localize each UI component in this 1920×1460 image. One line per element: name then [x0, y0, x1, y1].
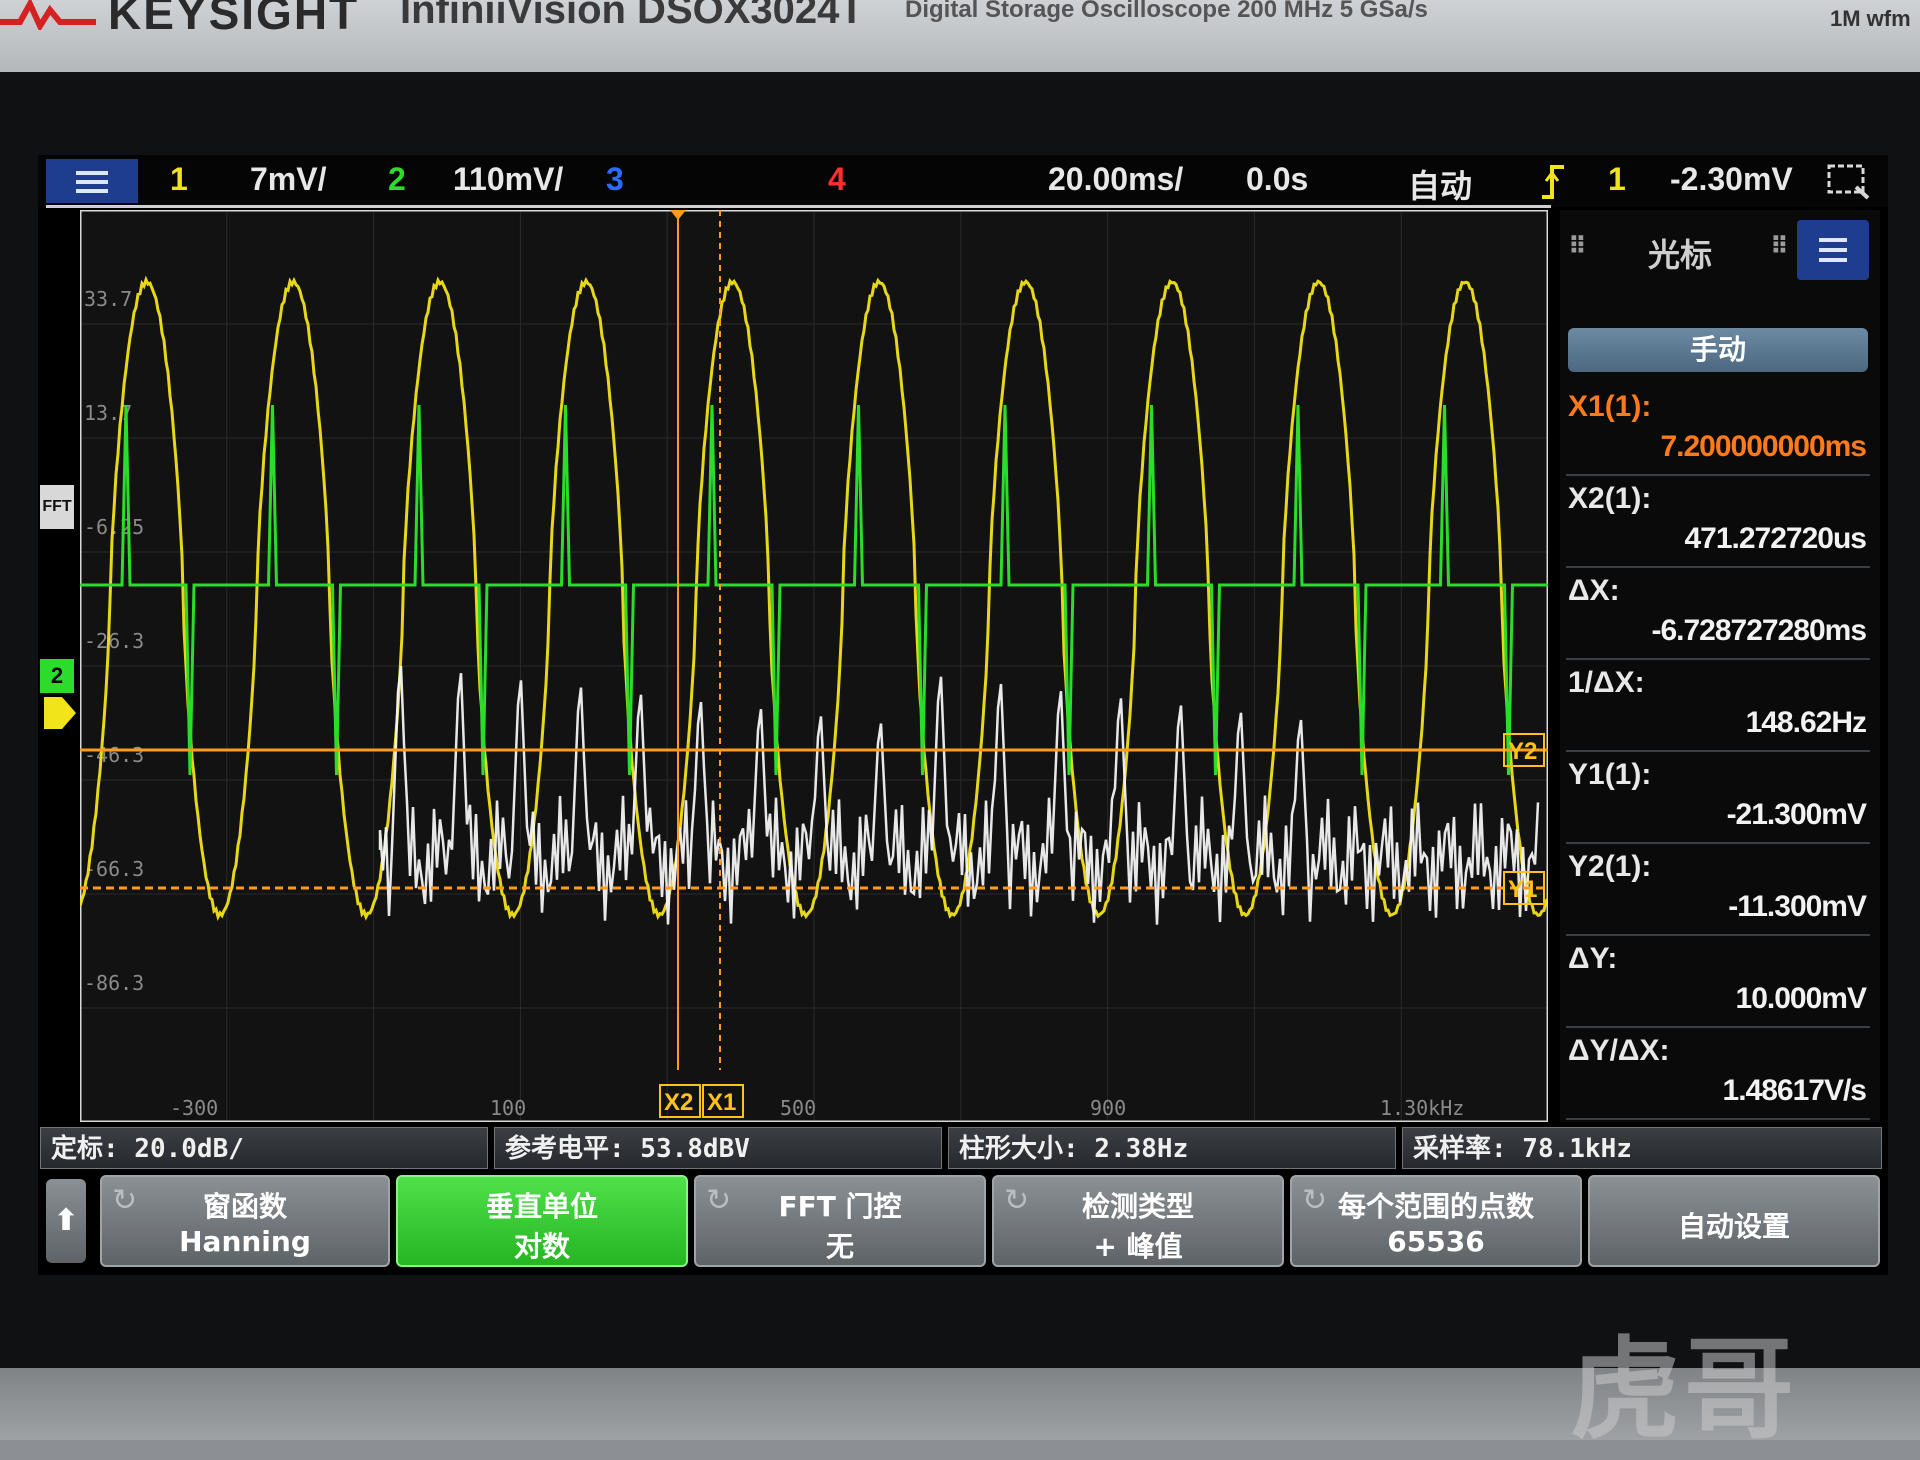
cursor-readout-value: 7.200000000ms: [1660, 430, 1867, 463]
ch3-label[interactable]: 3: [606, 161, 624, 198]
trigger-level[interactable]: -2.30mV: [1670, 161, 1793, 198]
cursor-readout-label: 1/ΔX:: [1568, 666, 1645, 699]
drag-grip-icon[interactable]: ⠿: [1568, 232, 1587, 260]
cursor-readout-value: -6.728727280ms: [1651, 614, 1867, 647]
cursor-panel: ⠿ 光标 ⠿ 手动 X1(1): 7.200000000ms X2(1): 471.2…: [1560, 210, 1880, 1122]
softkey-value: 对数: [513, 1230, 570, 1263]
cursor-readout-divider: [1566, 566, 1870, 568]
fft-y-tick-label: -46.3: [84, 743, 144, 767]
cursor-readout-divider: [1566, 842, 1870, 844]
main-menu-button[interactable]: [46, 159, 138, 203]
softkey-value: Hanning: [179, 1225, 311, 1258]
softkey-auto-setup[interactable]: 自动设置: [1588, 1175, 1880, 1267]
back-button[interactable]: ⬆: [46, 1179, 86, 1263]
softkey-fft-gating[interactable]: ↻ FFT 门控 无: [694, 1175, 986, 1267]
fft-scale-readout: 定标: 20.0dB/: [40, 1127, 488, 1169]
softkey-points-per-span[interactable]: ↻ 每个范围的点数 65536: [1290, 1175, 1582, 1267]
cursor-readout-divider: [1566, 474, 1870, 476]
model-spec: Digital Storage Oscilloscope 200 MHz 5 G…: [905, 0, 1428, 23]
cursor-readout-divider: [1566, 658, 1870, 660]
cursor-x1-top-marker: [670, 210, 686, 220]
trigger-mode[interactable]: 自动: [1408, 161, 1472, 207]
brand-name: KEYSIGHT: [108, 0, 360, 39]
status-bar: 1 7mV/ 2 110mV/ 3 4 20.00ms/ 0.0s 自动 1 -…: [38, 155, 1888, 208]
scope-screen: 1 7mV/ 2 110mV/ 3 4 20.00ms/ 0.0s 自动 1 -…: [38, 155, 1888, 1275]
fft-y-tick-label: -86.3: [84, 971, 144, 995]
cursor-panel-title: 光标: [1648, 236, 1713, 274]
fft-y-tick-label: 33.7: [84, 287, 132, 311]
softkey-label: FFT 门控: [778, 1190, 902, 1223]
softkey-label: 垂直单位: [485, 1190, 598, 1223]
cursor-readout-label: ΔY:: [1568, 942, 1618, 975]
zoom-icon[interactable]: [1826, 163, 1872, 201]
softkey-label: 检测类型: [1081, 1190, 1194, 1223]
fft-sample-rate-readout: 采样率: 78.1kHz: [1402, 1127, 1882, 1169]
cursor-readout-value: -21.300mV: [1726, 798, 1867, 831]
ch2-label[interactable]: 2: [388, 161, 406, 198]
cursor-readout-divider: [1566, 934, 1870, 936]
wfm-badge: 1M wfm: [1830, 6, 1911, 31]
softkey-value: 无: [825, 1230, 854, 1263]
cursor-x1-label: X1: [707, 1089, 736, 1116]
cursor-y1-label: Y1: [1508, 876, 1537, 903]
cursor-readout-label: ΔX:: [1568, 574, 1620, 607]
cursor-mode-button[interactable]: 手动: [1568, 328, 1868, 372]
waveform-canvas: 33.713.7-6.25-26.3-46.3-66.3-86.3-300 100…: [78, 208, 1661, 1124]
softkey-label: 窗函数: [202, 1190, 287, 1223]
fft-x-tick-label: 500: [780, 1096, 816, 1120]
fft-y-tick-label: -26.3: [84, 629, 144, 653]
ch1-scale[interactable]: 7mV/: [250, 161, 326, 198]
softkey-label: 自动设置: [1677, 1210, 1790, 1243]
cursor-readout-divider: [1566, 1118, 1870, 1120]
bezel-top-strip: KEYSIGHT InfiniiVision DSOX3024T Digital…: [0, 0, 1920, 72]
fft-x-tick-label: 900: [1090, 1096, 1126, 1120]
softkey-value: + 峰值: [1093, 1230, 1183, 1263]
cursor-y2-label: Y2: [1508, 738, 1537, 765]
cursor-readout-value: 148.62Hz: [1745, 706, 1867, 739]
ch2-scale[interactable]: 110mV/: [453, 161, 563, 198]
fft-ref-level-readout: 参考电平: 53.8dBV: [494, 1127, 942, 1169]
cursor-readout-label: X2(1):: [1568, 482, 1652, 515]
fft-x-tick-label: 1.30kHz: [1380, 1096, 1464, 1120]
cursor-readout-value: -11.300mV: [1728, 890, 1867, 923]
timebase-scale[interactable]: 20.00ms/: [1048, 161, 1183, 198]
fft-x-tick-label: -300: [170, 1096, 218, 1120]
ch4-label[interactable]: 4: [828, 161, 846, 198]
trigger-edge-icon: [1542, 165, 1564, 199]
softkey-vertical-units[interactable]: 垂直单位 对数: [396, 1175, 688, 1267]
cursor-readout-label: Y2(1):: [1568, 850, 1652, 883]
softkey-value: 65536: [1387, 1225, 1485, 1258]
softkey-detection-type[interactable]: ↻ 检测类型 + 峰值: [992, 1175, 1284, 1267]
status-bar-divider: [46, 205, 1551, 208]
cursor-x2-label: X2: [664, 1089, 693, 1116]
softkey-bar: ⬆ ↻ 窗函数 Hanning 垂直单位 对数 ↻ FFT 门控 无 ↻ 检测类…: [38, 1175, 1888, 1273]
fft-x-tick-label: 100: [490, 1096, 526, 1120]
model-name: InfiniiVision DSOX3024T: [400, 0, 864, 32]
softkey-window-function[interactable]: ↻ 窗函数 Hanning: [100, 1175, 390, 1267]
cursor-readout-value: 471.272720us: [1684, 522, 1867, 555]
cursor-readout-value: 1.48617V/s: [1722, 1074, 1867, 1107]
cursor-readout-label: Y1(1):: [1568, 758, 1652, 791]
ch1-label[interactable]: 1: [170, 161, 188, 198]
cursor-readout-divider: [1566, 1026, 1870, 1028]
waveform-display[interactable]: 33.7 13.7 -6.25 -26.3 -46.3 -66.3 -86.3 -300 100…: [78, 208, 1661, 1124]
fft-bin-size-readout: 柱形大小: 2.38Hz: [948, 1127, 1396, 1169]
watermark: 虎哥: [1570, 1326, 1798, 1454]
keysight-logo-icon: [0, 0, 96, 30]
softkey-label: 每个范围的点数: [1337, 1190, 1534, 1223]
cursor-readout-label: ΔY/ΔX:: [1568, 1034, 1670, 1067]
drag-grip-icon[interactable]: ⠿: [1770, 232, 1789, 260]
cursor-readout-label: X1(1):: [1568, 390, 1652, 423]
ch2-ground-marker[interactable]: 2: [40, 659, 74, 693]
horizontal-delay[interactable]: 0.0s: [1246, 161, 1308, 198]
cursor-readout-value: 10.000mV: [1735, 982, 1867, 1015]
fft-marker: FFT: [40, 485, 74, 529]
panel-menu-button[interactable]: [1797, 220, 1869, 280]
trigger-source[interactable]: 1: [1608, 161, 1626, 198]
cursor-readout-divider: [1566, 750, 1870, 752]
ch1-ground-marker-icon[interactable]: [42, 693, 78, 733]
fft-y-tick-label: -66.3: [84, 857, 144, 881]
